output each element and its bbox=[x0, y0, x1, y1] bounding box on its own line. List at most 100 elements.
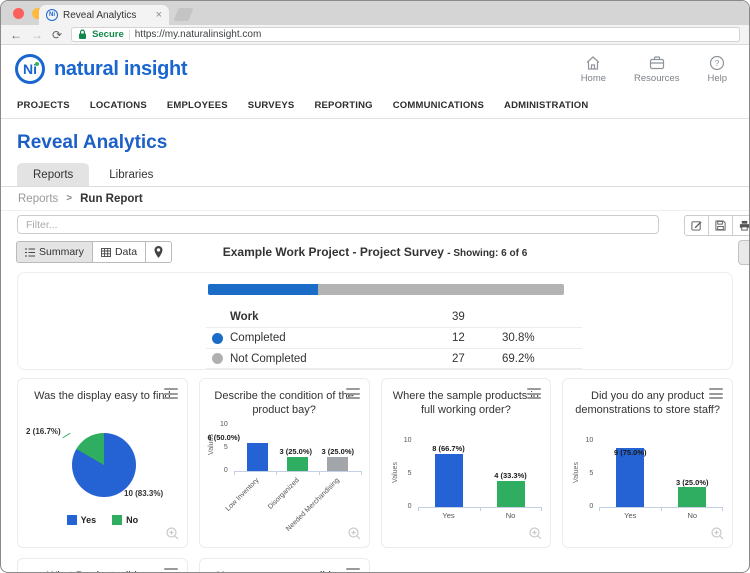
tab-close-icon[interactable]: × bbox=[156, 10, 162, 21]
reload-icon[interactable]: ⟳ bbox=[52, 29, 62, 41]
print-button[interactable] bbox=[732, 215, 750, 236]
not-completed-dot bbox=[212, 353, 223, 364]
tab-title: Reveal Analytics bbox=[63, 10, 151, 21]
zoom-icon[interactable] bbox=[529, 527, 542, 540]
x-tick-label: Low Inventory bbox=[225, 477, 261, 513]
logo-dot bbox=[35, 62, 39, 66]
card-menu-icon[interactable] bbox=[527, 388, 541, 399]
browser-tab[interactable]: Ni Reveal Analytics × bbox=[39, 5, 169, 25]
edit-button[interactable] bbox=[684, 215, 709, 236]
nav-item-communications[interactable]: COMMUNICATIONS bbox=[393, 100, 484, 111]
completed-dot bbox=[212, 333, 223, 344]
help-link[interactable]: ? Help bbox=[707, 55, 727, 84]
help-icon: ? bbox=[709, 55, 725, 71]
x-tick-label: Disorganized bbox=[267, 477, 301, 511]
bar-yes[interactable] bbox=[435, 454, 463, 507]
svg-text:?: ? bbox=[715, 58, 720, 68]
breadcrumb-current: Run Report bbox=[80, 193, 143, 205]
table-icon bbox=[101, 248, 111, 257]
chart-title: Did you do any product demonstrations to… bbox=[573, 389, 722, 418]
completion-progress-bar bbox=[208, 284, 564, 295]
row-pct: 30.8% bbox=[502, 332, 582, 344]
work-total: 39 bbox=[452, 311, 502, 323]
nav-item-surveys[interactable]: SURVEYS bbox=[248, 100, 295, 111]
progress-fill bbox=[208, 284, 318, 295]
new-tab-button[interactable] bbox=[173, 8, 193, 21]
filter-input[interactable] bbox=[17, 215, 659, 234]
browser-toolbar: ← → ⟳ Secure https://my.naturalinsight.c… bbox=[1, 25, 749, 45]
page-title: Reveal Analytics bbox=[17, 132, 733, 154]
row-pct: 69.2% bbox=[502, 353, 582, 365]
card-menu-icon[interactable] bbox=[346, 388, 360, 399]
card-menu-icon[interactable] bbox=[164, 568, 178, 573]
chevron-right-icon: > bbox=[66, 193, 72, 204]
row-label: Not Completed bbox=[230, 353, 452, 365]
card-menu-icon[interactable] bbox=[164, 388, 178, 399]
table-row: Not Completed 27 69.2% bbox=[206, 348, 582, 369]
browser-tabstrip: Ni Reveal Analytics × bbox=[1, 1, 749, 25]
close-window-button[interactable] bbox=[13, 8, 24, 19]
bar-no[interactable] bbox=[678, 487, 706, 507]
zoom-icon[interactable] bbox=[166, 527, 179, 540]
table-row: Completed 12 30.8% bbox=[206, 327, 582, 348]
chart-card-pie: Was the display easy to find 2 (16.7%) 1… bbox=[17, 378, 188, 548]
data-view-button[interactable]: Data bbox=[92, 241, 146, 263]
breadcrumb-parent[interactable]: Reports bbox=[18, 193, 58, 205]
zoom-icon[interactable] bbox=[348, 527, 361, 540]
x-tick-label: Yes bbox=[429, 511, 469, 520]
x-tick-label: Yes bbox=[610, 511, 650, 520]
chart-cards-row-2: What Products did you How many coupons d… bbox=[17, 558, 733, 573]
card-menu-icon[interactable] bbox=[709, 388, 723, 399]
nav-item-employees[interactable]: EMPLOYEES bbox=[167, 100, 228, 111]
tab-libraries[interactable]: Libraries bbox=[93, 163, 169, 186]
printer-icon bbox=[739, 220, 750, 231]
breadcrumb: Reports > Run Report bbox=[1, 187, 749, 211]
chart-cards-row: Was the display easy to find 2 (16.7%) 1… bbox=[17, 378, 733, 548]
site-favicon-icon: Ni bbox=[46, 9, 58, 21]
nav-item-projects[interactable]: PROJECTS bbox=[17, 100, 70, 111]
x-tick-label: No bbox=[672, 511, 712, 520]
row-value: 12 bbox=[452, 332, 502, 344]
summary-view-button[interactable]: Summary bbox=[16, 241, 93, 263]
bar-needed-merchandising[interactable] bbox=[327, 457, 348, 471]
back-icon[interactable]: ← bbox=[10, 29, 22, 41]
forward-icon[interactable]: → bbox=[31, 29, 43, 41]
chart-card-bar: Did you do any product demonstrations to… bbox=[562, 378, 733, 548]
report-title-row: Summary Data Example Work Project - Proj… bbox=[1, 238, 749, 267]
chart-card-bar: Describe the condition of the product ba… bbox=[199, 378, 370, 548]
resources-link[interactable]: Resources bbox=[634, 55, 679, 84]
legend-item: No bbox=[112, 515, 138, 525]
nav-item-reporting[interactable]: REPORTING bbox=[314, 100, 372, 111]
report-tools bbox=[685, 215, 750, 236]
page-tabs: Reports Libraries bbox=[1, 163, 749, 187]
x-axis bbox=[234, 471, 362, 472]
site-header: Ni natural insight Home Resources ? bbox=[1, 45, 749, 93]
row-value: 27 bbox=[452, 353, 502, 365]
logo-wordmark: natural insight bbox=[54, 58, 187, 81]
tab-reports[interactable]: Reports bbox=[17, 163, 89, 186]
save-button[interactable] bbox=[708, 215, 733, 236]
nav-item-locations[interactable]: LOCATIONS bbox=[90, 100, 147, 111]
zoom-icon[interactable] bbox=[711, 527, 724, 540]
url-bar[interactable]: Secure https://my.naturalinsight.com bbox=[71, 27, 740, 42]
collapsed-side-button[interactable] bbox=[738, 240, 750, 265]
logo[interactable]: Ni bbox=[15, 54, 45, 84]
table-header-row: Work 39 bbox=[206, 306, 582, 327]
chart-title: Describe the condition of the product ba… bbox=[210, 389, 359, 418]
secure-badge: Secure bbox=[92, 29, 124, 40]
pie-chart[interactable] bbox=[72, 433, 136, 497]
url-text: https://my.naturalinsight.com bbox=[135, 29, 262, 40]
chart-card-partial: How many coupons did you hand bbox=[199, 558, 370, 573]
chart-title: Was the display easy to find bbox=[28, 389, 177, 403]
map-view-button[interactable] bbox=[145, 241, 172, 263]
card-menu-icon[interactable] bbox=[346, 568, 360, 573]
main-nav: PROJECTS LOCATIONS EMPLOYEES SURVEYS REP… bbox=[1, 93, 749, 119]
bar-disorganized[interactable] bbox=[287, 457, 308, 471]
home-link[interactable]: Home bbox=[581, 55, 606, 84]
bar-no[interactable] bbox=[497, 481, 525, 507]
divider bbox=[129, 30, 130, 40]
leader-line bbox=[62, 433, 70, 439]
work-label: Work bbox=[230, 311, 452, 323]
home-icon bbox=[585, 55, 601, 71]
nav-item-administration[interactable]: ADMINISTRATION bbox=[504, 100, 588, 111]
